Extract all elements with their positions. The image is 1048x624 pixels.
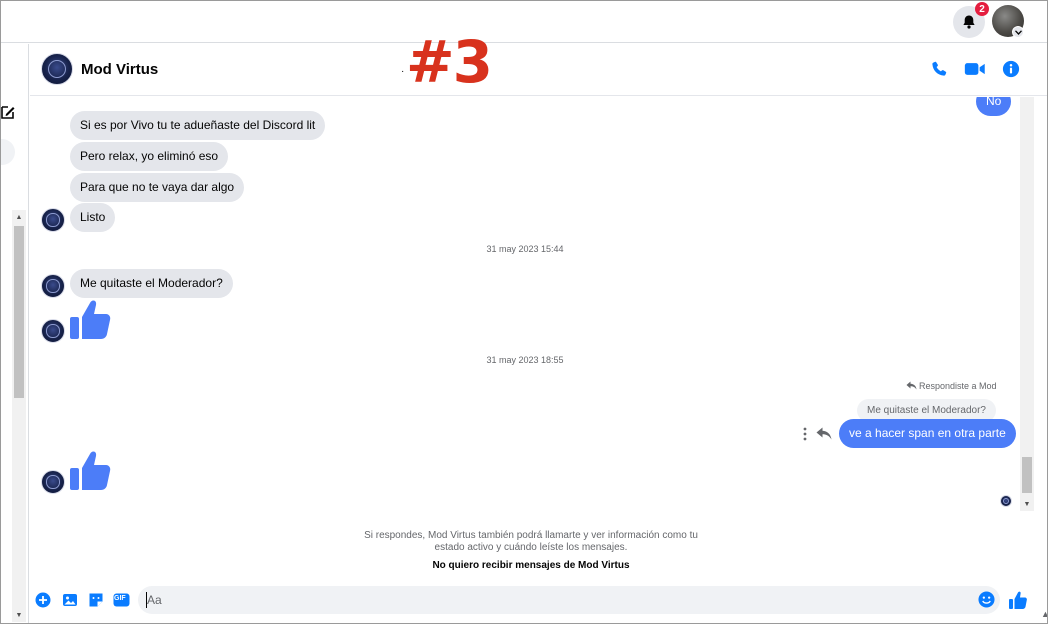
message-scrollbar[interactable]: ▼ — [1020, 97, 1034, 511]
message-composer: GIF Aa — [30, 579, 1047, 623]
notification-badge: 2 — [975, 2, 989, 16]
audio-call-button[interactable] — [928, 58, 950, 80]
search-input[interactable] — [1, 139, 15, 165]
more-options-icon[interactable] — [803, 427, 807, 441]
account-menu-button[interactable] — [1012, 26, 1024, 38]
sticker-button[interactable] — [87, 591, 105, 609]
message-input[interactable]: Aa — [138, 586, 1000, 614]
bell-icon — [963, 15, 975, 29]
block-messages-link[interactable]: No quiero recibir mensajes de Mod Virtus — [331, 560, 731, 571]
privacy-notice-line: estado activo y cuándo leíste los mensaj… — [434, 542, 628, 553]
outgoing-message[interactable]: ve a hacer span en otra parte — [839, 419, 1016, 448]
overlay-number-label: #3 — [406, 28, 493, 96]
phone-icon — [932, 61, 947, 76]
sender-avatar[interactable] — [41, 274, 65, 298]
message-list[interactable]: No Si es por Vivo tu te adueñaste del Di… — [30, 97, 1020, 511]
scroll-down-arrow[interactable]: ▼ — [1020, 499, 1034, 509]
info-icon — [1002, 60, 1020, 78]
sender-avatar[interactable] — [41, 470, 65, 494]
top-bar: 2 — [1, 1, 1047, 43]
like-sticker-icon[interactable] — [68, 297, 112, 341]
sender-avatar[interactable] — [41, 208, 65, 232]
more-actions-button[interactable] — [34, 591, 52, 609]
chevron-down-icon — [1014, 29, 1022, 35]
scrollbar-thumb[interactable] — [1022, 457, 1032, 493]
emoji-icon[interactable] — [978, 591, 995, 608]
replied-to-label: Respondiste a Mod — [919, 381, 997, 391]
video-call-button[interactable] — [964, 58, 986, 80]
seen-indicator-avatar — [1000, 495, 1012, 507]
incoming-message[interactable]: Me quitaste el Moderador? — [70, 269, 233, 298]
message-input-placeholder: Aa — [147, 593, 162, 607]
conversation-info-button[interactable] — [1000, 58, 1022, 80]
incoming-message[interactable]: Pero relax, yo eliminó eso — [70, 142, 229, 171]
like-icon[interactable] — [1008, 590, 1028, 610]
contact-avatar[interactable] — [41, 53, 73, 85]
gif-label: GIF — [114, 595, 126, 602]
privacy-notice-line: Si respondes, Mod Virtus también podrá l… — [364, 530, 698, 541]
message-timestamp: 31 may 2023 15:44 — [486, 244, 564, 254]
reply-arrow-icon — [906, 381, 917, 390]
scroll-up-arrow[interactable]: ▲ — [12, 211, 26, 223]
reply-icon[interactable] — [816, 427, 832, 440]
gif-button[interactable]: GIF — [112, 591, 130, 609]
video-icon — [964, 63, 985, 75]
like-sticker-icon[interactable] — [68, 448, 112, 492]
privacy-notice: Si respondes, Mod Virtus también podrá l… — [331, 530, 731, 554]
incoming-message[interactable]: Para que no te vaya dar algo — [70, 173, 245, 202]
outgoing-message-partial[interactable]: No — [976, 97, 1012, 116]
attach-photo-button[interactable] — [61, 591, 79, 609]
window-resize-grip[interactable]: ▲ — [1041, 609, 1047, 619]
scroll-down-arrow[interactable]: ▼ — [12, 609, 26, 621]
scrollbar-thumb[interactable] — [14, 226, 24, 398]
conversation-header: Mod Virtus · — [30, 44, 1047, 96]
message-timestamp: 31 may 2023 18:55 — [486, 355, 564, 365]
conversation-list-sidebar: ▲ ▼ — [1, 44, 29, 623]
incoming-message[interactable]: Listo — [70, 203, 116, 232]
plus-icon — [35, 592, 51, 608]
contact-name[interactable]: Mod Virtus — [81, 61, 158, 78]
messenger-window: 2 ▲ ▼ Mod Virtus · #3 No Si es por Vivo … — [0, 0, 1048, 624]
photo-icon — [63, 594, 77, 606]
sticker-icon — [89, 593, 103, 607]
new-message-icon[interactable] — [1, 104, 15, 120]
incoming-message[interactable]: Si es por Vivo tu te adueñaste del Disco… — [70, 111, 326, 140]
sender-avatar[interactable] — [41, 319, 65, 343]
sidebar-scrollbar[interactable]: ▲ ▼ — [12, 210, 26, 622]
header-separator: · — [401, 66, 405, 77]
